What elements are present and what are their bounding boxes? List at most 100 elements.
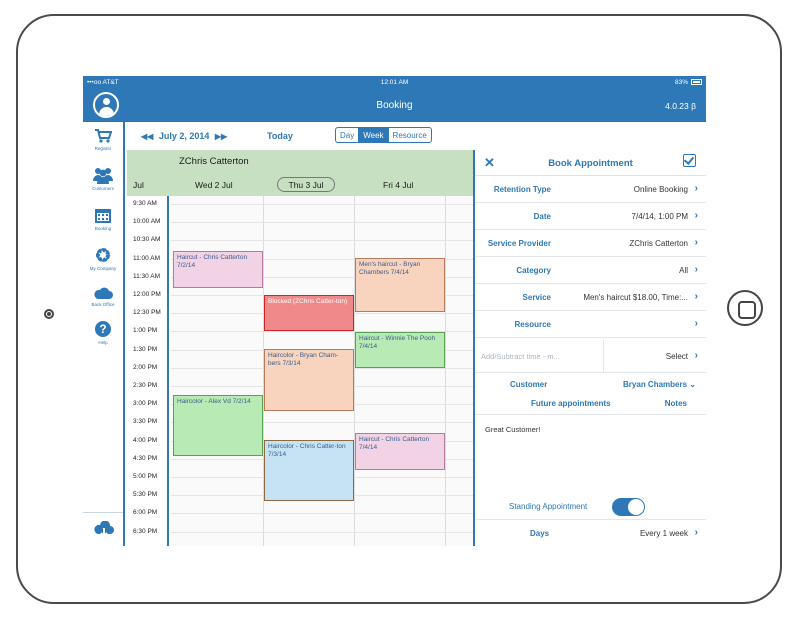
cart-icon — [95, 129, 112, 143]
appointment-block[interactable]: Haircolor - Alex Vd 7/2/14 — [173, 395, 263, 456]
notes-textarea[interactable]: Great Customer! — [475, 414, 706, 492]
time-label: 11:30 AM — [133, 272, 160, 280]
time-label: 1:30 PM — [133, 345, 158, 353]
row-value: Men's haircut $18.00, Time:... — [583, 293, 688, 302]
category-row[interactable]: Category All › — [475, 257, 706, 284]
time-label: 1:00 PM — [133, 327, 158, 335]
chevron-right-icon: › — [694, 527, 698, 538]
time-label: 6:30 PM — [133, 527, 158, 535]
row-label: Retention Type — [493, 185, 551, 194]
time-select-button[interactable]: Select — [666, 352, 688, 361]
time-label: 5:00 PM — [133, 473, 158, 480]
time-column: 9:30 AM 10:00 AM 10:30 AM 11:00 AM 11:30 AM 1… — [127, 196, 169, 546]
sidebar-item-label: Register — [94, 146, 112, 151]
notes-link[interactable]: Notes — [665, 399, 687, 408]
appointment-block[interactable]: Haircut - Chris Catterton 7/2/14 — [173, 251, 263, 288]
battery-icon — [691, 79, 702, 85]
page-title: Booking — [376, 100, 413, 111]
time-label: 3:30 PM — [133, 418, 158, 426]
svg-text:?: ? — [99, 322, 106, 336]
sidebar-item-label: Help — [98, 340, 108, 345]
appointment-block[interactable]: Haircut - Chris Catterton 7/4/14 — [355, 433, 445, 470]
add-subtract-time-input[interactable]: Add/Subtract time - m... — [481, 352, 560, 361]
date-navigator: ◀◀ July 2, 2014 ▶▶ — [141, 131, 227, 141]
date-row[interactable]: Date 7/4/14, 1:00 PM › — [475, 203, 706, 230]
time-label: 12:30 PM — [133, 309, 161, 317]
appointment-block[interactable]: Haircolor - Bryan Cham-bers 7/3/14 — [264, 349, 354, 411]
service-row[interactable]: Service Men's haircut $18.00, Time:... › — [475, 284, 706, 311]
view-resource-button[interactable]: Resource — [387, 128, 431, 142]
chevron-right-icon: › — [694, 350, 698, 361]
sidebar-item-register[interactable]: Register — [83, 128, 123, 151]
appointment-block[interactable]: Haircut - Winnie The Pooh 7/4/14 — [355, 332, 445, 368]
time-label: 4:00 PM — [133, 436, 158, 444]
row-value: ZChris Catterton — [629, 239, 688, 248]
version-label: 4.0.23 β — [665, 101, 696, 111]
row-label: Category — [516, 266, 551, 275]
home-button[interactable] — [727, 290, 763, 326]
day-header-fri[interactable]: Fri 4 Jul — [383, 180, 413, 190]
service-provider-row[interactable]: Service Provider ZChris Catterton › — [475, 230, 706, 257]
cloud-download-icon — [94, 521, 114, 538]
chevron-right-icon: › — [694, 291, 698, 302]
appointment-block[interactable]: Men's haircut - Bryan Chambers 7/4/14 — [355, 258, 445, 312]
people-icon — [93, 168, 113, 184]
time-label: 10:30 AM — [133, 236, 161, 244]
row-value: Online Booking — [633, 185, 688, 194]
time-label: 10:00 AM — [133, 218, 161, 226]
panel-header: ✕ Book Appointment — [475, 150, 706, 176]
row-label: Resource — [514, 320, 551, 329]
calendar-header: ZChris Catterton Jul Wed 2 Jul Thu 3 Jul… — [127, 150, 473, 196]
time-label: 2:00 PM — [133, 363, 158, 371]
time-label: 5:30 PM — [133, 491, 158, 499]
time-label: 4:30 PM — [133, 454, 158, 462]
sidebar-item-back-office[interactable]: Back Office — [83, 286, 123, 307]
standing-label: Standing Appointment — [509, 502, 588, 511]
next-date-button[interactable]: ▶▶ — [215, 132, 227, 141]
appointment-block[interactable]: Blocked (ZChris Catter-ton) — [264, 295, 354, 331]
today-button[interactable]: Today — [267, 131, 293, 141]
customer-value: Bryan Chambers — [623, 380, 688, 389]
standing-appointment-row: Standing Appointment — [475, 492, 706, 520]
prev-date-button[interactable]: ◀◀ — [141, 132, 153, 141]
gear-icon — [96, 248, 110, 262]
future-appointments-link[interactable]: Future appointments — [531, 399, 611, 408]
time-label: 2:30 PM — [133, 382, 158, 389]
time-label: 12:00 PM — [133, 291, 161, 298]
sidebar-item-customers[interactable]: Customers — [83, 166, 123, 191]
day-header-wed[interactable]: Wed 2 Jul — [195, 180, 233, 190]
sidebar-item-label: Back Office — [91, 302, 115, 307]
panel-title: Book Appointment — [548, 158, 633, 169]
days-value: Every 1 week — [639, 529, 688, 538]
add-subtract-time-row: Add/Subtract time - m... Select › — [475, 340, 706, 373]
time-label: 6:00 PM — [133, 509, 158, 517]
calendar-grid[interactable]: Haircut - Chris Catterton 7/2/14 Blocked … — [171, 196, 473, 546]
sidebar-item-booking[interactable]: Booking — [83, 206, 123, 231]
days-row[interactable]: Days Every 1 week › — [475, 520, 706, 546]
time-label: 11:00 AM — [133, 254, 160, 262]
sidebar: Register Customers Booking My Company Ba… — [83, 122, 125, 546]
customer-label: Customer — [510, 380, 548, 389]
sidebar-item-help[interactable]: ? Help — [83, 320, 123, 345]
chevron-right-icon: › — [694, 318, 698, 329]
sidebar-item-label: Booking — [94, 226, 112, 231]
chevron-right-icon: › — [694, 237, 698, 248]
confirm-check-icon[interactable] — [683, 154, 696, 167]
provider-name: ZChris Catterton — [179, 156, 249, 167]
appointment-block[interactable]: Haircolor - Chris Catter-ton 7/3/14 — [264, 440, 354, 501]
standing-toggle[interactable] — [612, 498, 645, 516]
day-header-thu[interactable]: Thu 3 Jul — [277, 177, 335, 192]
resource-row[interactable]: Resource › — [475, 311, 706, 338]
app-screen: •••oo AT&T 12:01 AM 83% Booking 4.0.23 β… — [83, 76, 706, 546]
note-text: Great Customer! — [485, 425, 541, 434]
time-label: 9:30 AM — [133, 200, 157, 207]
current-date[interactable]: July 2, 2014 — [159, 131, 210, 141]
view-week-button[interactable]: Week — [358, 128, 388, 142]
view-day-button[interactable]: Day — [336, 128, 358, 142]
sidebar-item-my-company[interactable]: My Company — [83, 246, 123, 271]
help-icon: ? — [95, 321, 111, 337]
sync-button[interactable] — [83, 512, 123, 546]
nav-bar: Booking 4.0.23 β — [83, 89, 706, 122]
retention-type-row[interactable]: Retention Type Online Booking › — [475, 176, 706, 203]
customer-select[interactable]: Bryan Chambers ⌄ — [623, 380, 696, 389]
